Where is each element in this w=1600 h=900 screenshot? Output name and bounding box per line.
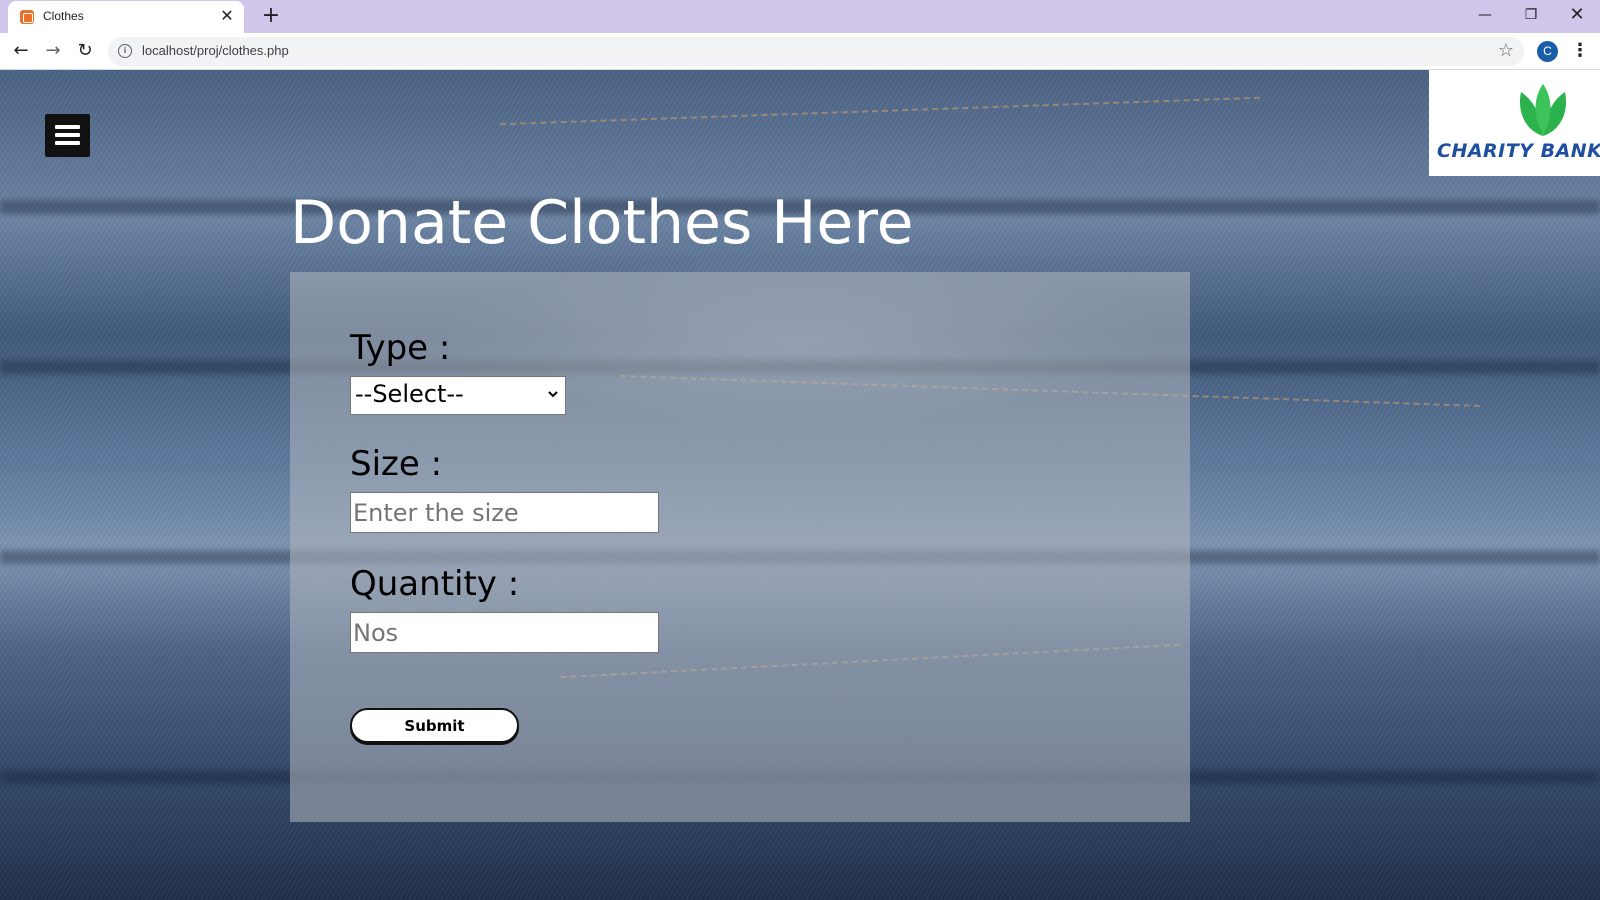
denim-stitch (500, 96, 1260, 126)
type-label: Type : (350, 328, 451, 368)
kebab-menu-icon[interactable]: ⋮ (1568, 38, 1592, 64)
forward-arrow-icon[interactable]: → (40, 38, 66, 64)
browser-tab-strip: Clothes ✕ + — ❐ ✕ (0, 0, 1600, 33)
info-icon[interactable]: i (118, 44, 132, 58)
window-minimize-button[interactable]: — (1462, 0, 1508, 30)
star-icon[interactable]: ☆ (1498, 40, 1514, 61)
favicon-icon (20, 10, 34, 24)
logo-text: CHARITY BANK (1437, 140, 1600, 162)
type-select[interactable]: --Select-- (350, 376, 566, 415)
type-select-value: --Select-- (355, 380, 464, 408)
address-bar[interactable]: i localhost/proj/clothes.php ☆ (108, 37, 1524, 66)
leaf-logo-icon (1519, 84, 1567, 136)
browser-tab[interactable]: Clothes ✕ (8, 1, 244, 33)
charity-bank-logo[interactable]: CHARITY BANK (1429, 70, 1600, 176)
browser-toolbar: ← → ↻ i localhost/proj/clothes.php ☆ C ⋮ (0, 33, 1600, 70)
window-restore-button[interactable]: ❐ (1508, 0, 1554, 30)
back-arrow-icon[interactable]: ← (8, 38, 34, 64)
quantity-input[interactable] (350, 612, 659, 653)
url-text[interactable]: localhost/proj/clothes.php (142, 43, 289, 58)
plus-icon[interactable]: + (258, 4, 284, 30)
profile-avatar[interactable]: C (1537, 41, 1558, 62)
size-input[interactable] (350, 492, 659, 533)
chevron-down-icon (548, 391, 558, 398)
size-label: Size : (350, 444, 443, 484)
page-title: Donate Clothes Here (290, 188, 914, 258)
reload-icon[interactable]: ↻ (72, 38, 98, 64)
donation-form: Type : --Select-- Size : Quantity : Subm… (290, 272, 1190, 822)
close-icon[interactable]: ✕ (218, 7, 236, 25)
submit-button[interactable]: Submit (350, 708, 519, 743)
window-close-button[interactable]: ✕ (1554, 0, 1600, 30)
quantity-label: Quantity : (350, 564, 520, 604)
hamburger-menu-icon[interactable] (45, 114, 90, 157)
page-background: CHARITY BANK Donate Clothes Here Type : … (0, 70, 1600, 900)
tab-title: Clothes (43, 9, 84, 23)
